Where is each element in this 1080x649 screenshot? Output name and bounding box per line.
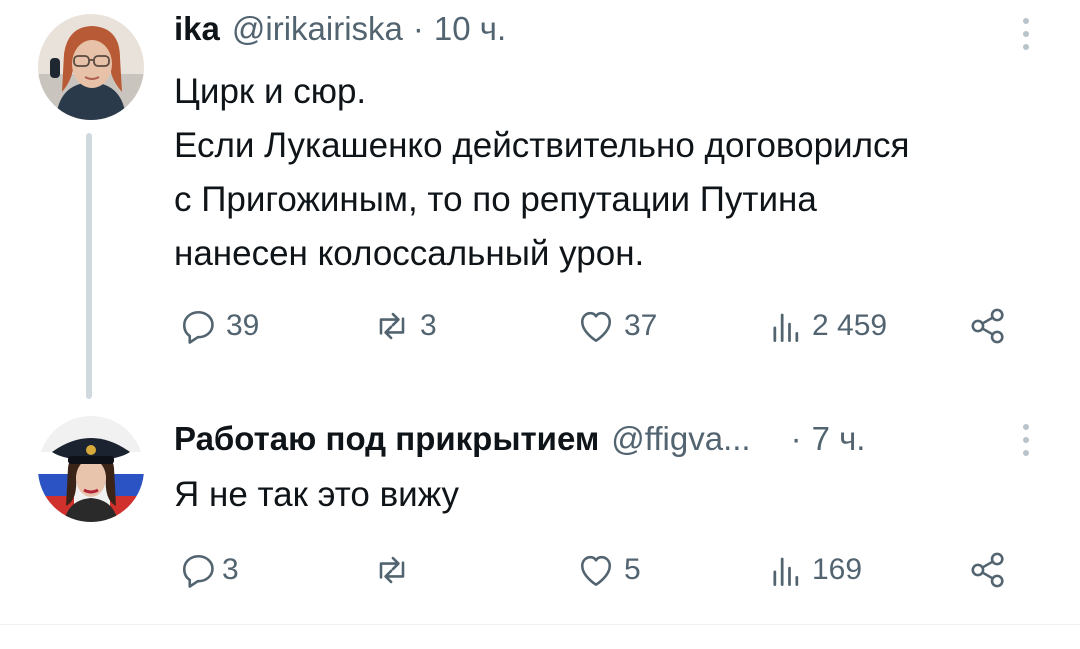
bar-chart-icon — [773, 557, 799, 587]
more-options-button[interactable] — [1016, 420, 1036, 460]
more-options-button[interactable] — [1016, 14, 1036, 54]
speech-bubble-icon — [182, 310, 214, 344]
vertical-dots-icon — [1023, 44, 1029, 50]
reply-count: 39 — [226, 309, 260, 342]
timestamp[interactable]: 7 ч. — [812, 420, 866, 458]
like-count: 37 — [624, 309, 658, 342]
reply-count: 3 — [222, 553, 239, 586]
author-name[interactable]: ika — [174, 10, 220, 48]
thread-line — [86, 133, 92, 399]
tweet-text-line: Если Лукашенко действительно договорился — [174, 126, 910, 165]
retweet-button[interactable]: 3 — [370, 304, 437, 348]
tweet-text-line: нанесен колоссальный урон. — [174, 234, 645, 273]
views-count: 2 459 — [812, 309, 888, 342]
reply-button[interactable]: 3 — [176, 548, 239, 592]
views-count: 169 — [812, 553, 863, 586]
views-button[interactable]: 169 — [762, 548, 862, 592]
vertical-dots-icon — [1023, 31, 1029, 37]
author-handle[interactable]: @ffigva... — [611, 420, 750, 458]
separator-dot: · — [412, 10, 424, 47]
vertical-dots-icon — [1023, 450, 1029, 456]
retweet-arrows-icon — [379, 312, 405, 340]
separator-dot: · — [790, 420, 802, 457]
like-button[interactable]: 37 — [574, 304, 657, 348]
author-name[interactable]: Работаю под прикрытием — [174, 420, 599, 458]
vertical-dots-icon — [1023, 18, 1029, 24]
vertical-dots-icon — [1023, 437, 1029, 443]
share-button[interactable] — [966, 304, 1010, 348]
retweet-button[interactable] — [370, 548, 420, 592]
bar-chart-icon — [773, 313, 799, 343]
share-button[interactable] — [966, 548, 1010, 592]
avatar-photo-icon — [38, 14, 144, 120]
tweet-text: Я не так это вижу — [174, 468, 459, 522]
views-button[interactable]: 2 459 — [762, 304, 887, 348]
timestamp[interactable]: 10 ч. — [434, 10, 506, 48]
reply-button[interactable]: 39 — [176, 304, 259, 348]
avatar[interactable] — [38, 14, 144, 120]
heart-icon — [580, 555, 612, 586]
tweet[interactable]: ika @irikairiska · 10 ч. Цирк и сюр. Есл… — [0, 0, 1080, 405]
avatar-photo-icon — [38, 416, 144, 522]
like-count: 5 — [624, 553, 641, 586]
like-button[interactable]: 5 — [574, 548, 641, 592]
avatar[interactable] — [38, 416, 144, 522]
tweet-text-line: с Пригожиным, то по репутации Путина — [174, 180, 817, 219]
speech-bubble-icon — [182, 554, 214, 588]
vertical-dots-icon — [1023, 424, 1029, 430]
share-nodes-icon — [971, 552, 1004, 588]
tweet-text-line: Я не так это вижу — [174, 475, 460, 514]
author-handle[interactable]: @irikairiska — [232, 10, 403, 48]
heart-icon — [580, 311, 612, 342]
tweet-text-line: Цирк и сюр. — [174, 72, 367, 111]
tweet-actions: 39 3 37 2 459 — [0, 304, 1080, 354]
tweet-header: Работаю под прикрытием @ffigva... · 7 ч. — [174, 420, 865, 458]
divider — [0, 624, 1080, 625]
share-nodes-icon — [971, 308, 1004, 344]
retweet-arrows-icon — [379, 556, 405, 584]
retweet-count: 3 — [420, 309, 437, 342]
tweet-text: Цирк и сюр. Если Лукашенко действительно… — [174, 65, 909, 281]
tweet-actions: 3 5 169 — [0, 548, 1080, 598]
tweet-header: ika @irikairiska · 10 ч. — [174, 10, 506, 48]
